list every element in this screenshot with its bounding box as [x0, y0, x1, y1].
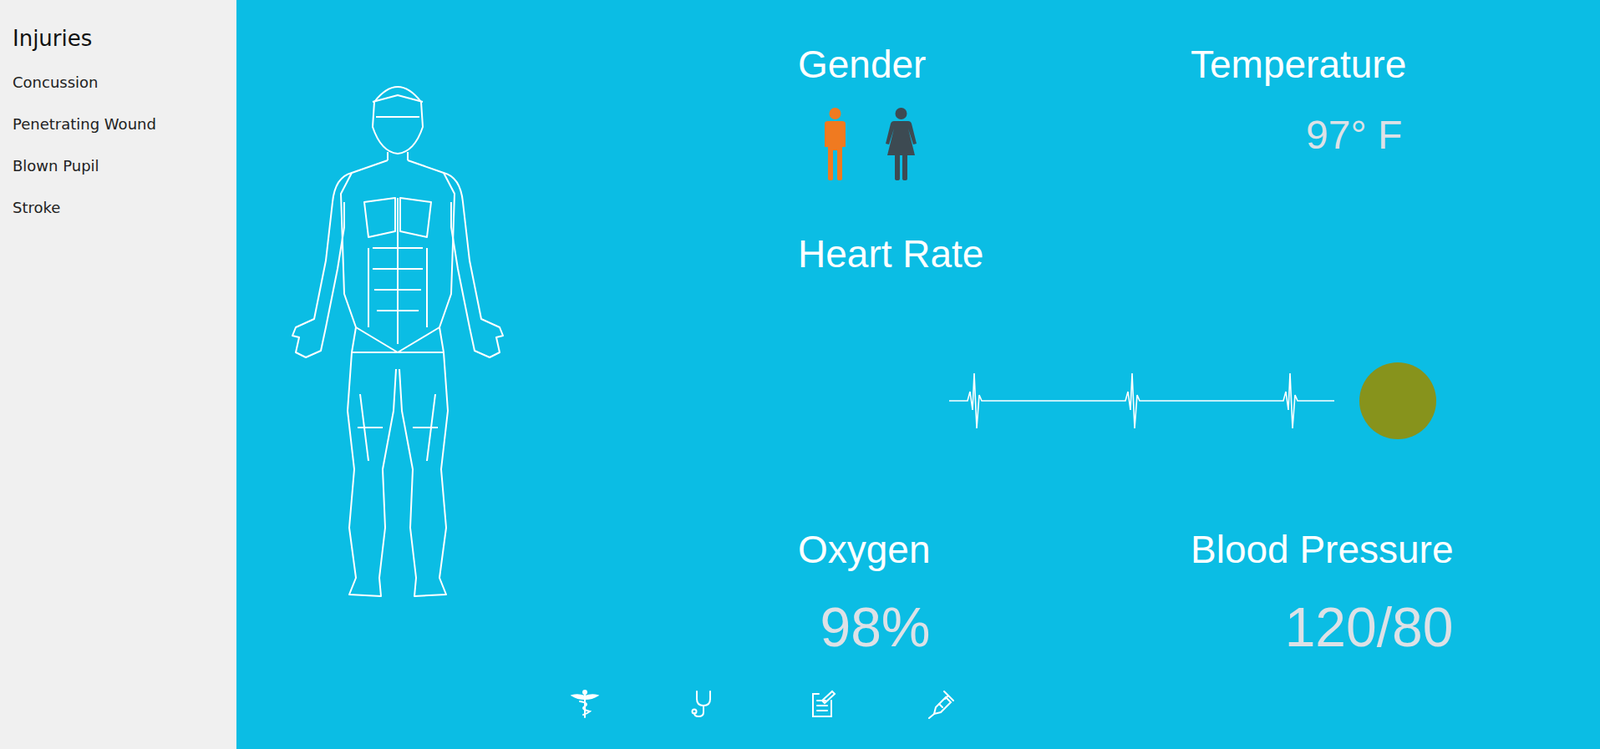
- ecg-row: [797, 362, 1437, 440]
- sidebar-title: Injuries: [12, 23, 237, 54]
- toolbar-button[interactable]: [688, 689, 719, 720]
- temperature-value: 97° F: [1305, 112, 1402, 158]
- gender-option[interactable]: [883, 106, 919, 181]
- sidebar-item[interactable]: Penetrating Wound: [12, 113, 237, 136]
- blood-pressure-card: Blood Pressure 120/80: [1190, 525, 1500, 659]
- blood-pressure-value: 120/80: [1285, 596, 1454, 659]
- caduceus-icon: [569, 689, 600, 720]
- oxygen-card: Oxygen 98%: [797, 525, 1191, 659]
- ecg-wave-icon: [949, 371, 1335, 431]
- toolbar-button[interactable]: [807, 689, 838, 720]
- heart-rate-card: Heart Rate: [797, 229, 1500, 440]
- sidebar-item[interactable]: Concussion: [12, 71, 237, 94]
- vitals-panel: Gender Temperature 97° F Heart Rate Oxygen 98…: [797, 0, 1600, 690]
- syringe-icon: [925, 689, 956, 720]
- heart-rate-indicator: [1359, 362, 1437, 440]
- clipboard-icon: [807, 689, 838, 720]
- sidebar: Injuries Concussion Penetrating Wound Blown…: [0, 0, 237, 749]
- app: Injuries Concussion Penetrating Wound Blown…: [0, 0, 1600, 749]
- male-icon: [821, 106, 849, 181]
- gender-option[interactable]: [821, 106, 849, 181]
- sidebar-item[interactable]: Stroke: [12, 197, 237, 219]
- heart-rate-heading: Heart Rate: [797, 229, 984, 280]
- stethoscope-icon: [688, 689, 719, 720]
- body-figure-icon[interactable]: [289, 76, 507, 599]
- gender-heading: Gender: [797, 40, 926, 90]
- gender-card: Gender: [797, 40, 1191, 181]
- toolbar-button[interactable]: [569, 689, 600, 720]
- temperature-heading: Temperature: [1190, 40, 1407, 90]
- toolbar-button[interactable]: [925, 689, 956, 720]
- blood-pressure-heading: Blood Pressure: [1190, 525, 1454, 575]
- main-panel: Gender Temperature 97° F Heart Rate Oxygen 98…: [236, 0, 1600, 749]
- oxygen-heading: Oxygen: [797, 525, 931, 575]
- temperature-card: Temperature 97° F: [1190, 40, 1500, 181]
- oxygen-value: 98%: [819, 596, 930, 659]
- toolbar: [236, 689, 1600, 749]
- sidebar-item[interactable]: Blown Pupil: [12, 155, 237, 178]
- gender-options: [821, 106, 919, 181]
- figure-column: [236, 0, 798, 690]
- female-icon: [883, 106, 919, 181]
- content-area: Gender Temperature 97° F Heart Rate Oxygen 98…: [236, 0, 1600, 690]
